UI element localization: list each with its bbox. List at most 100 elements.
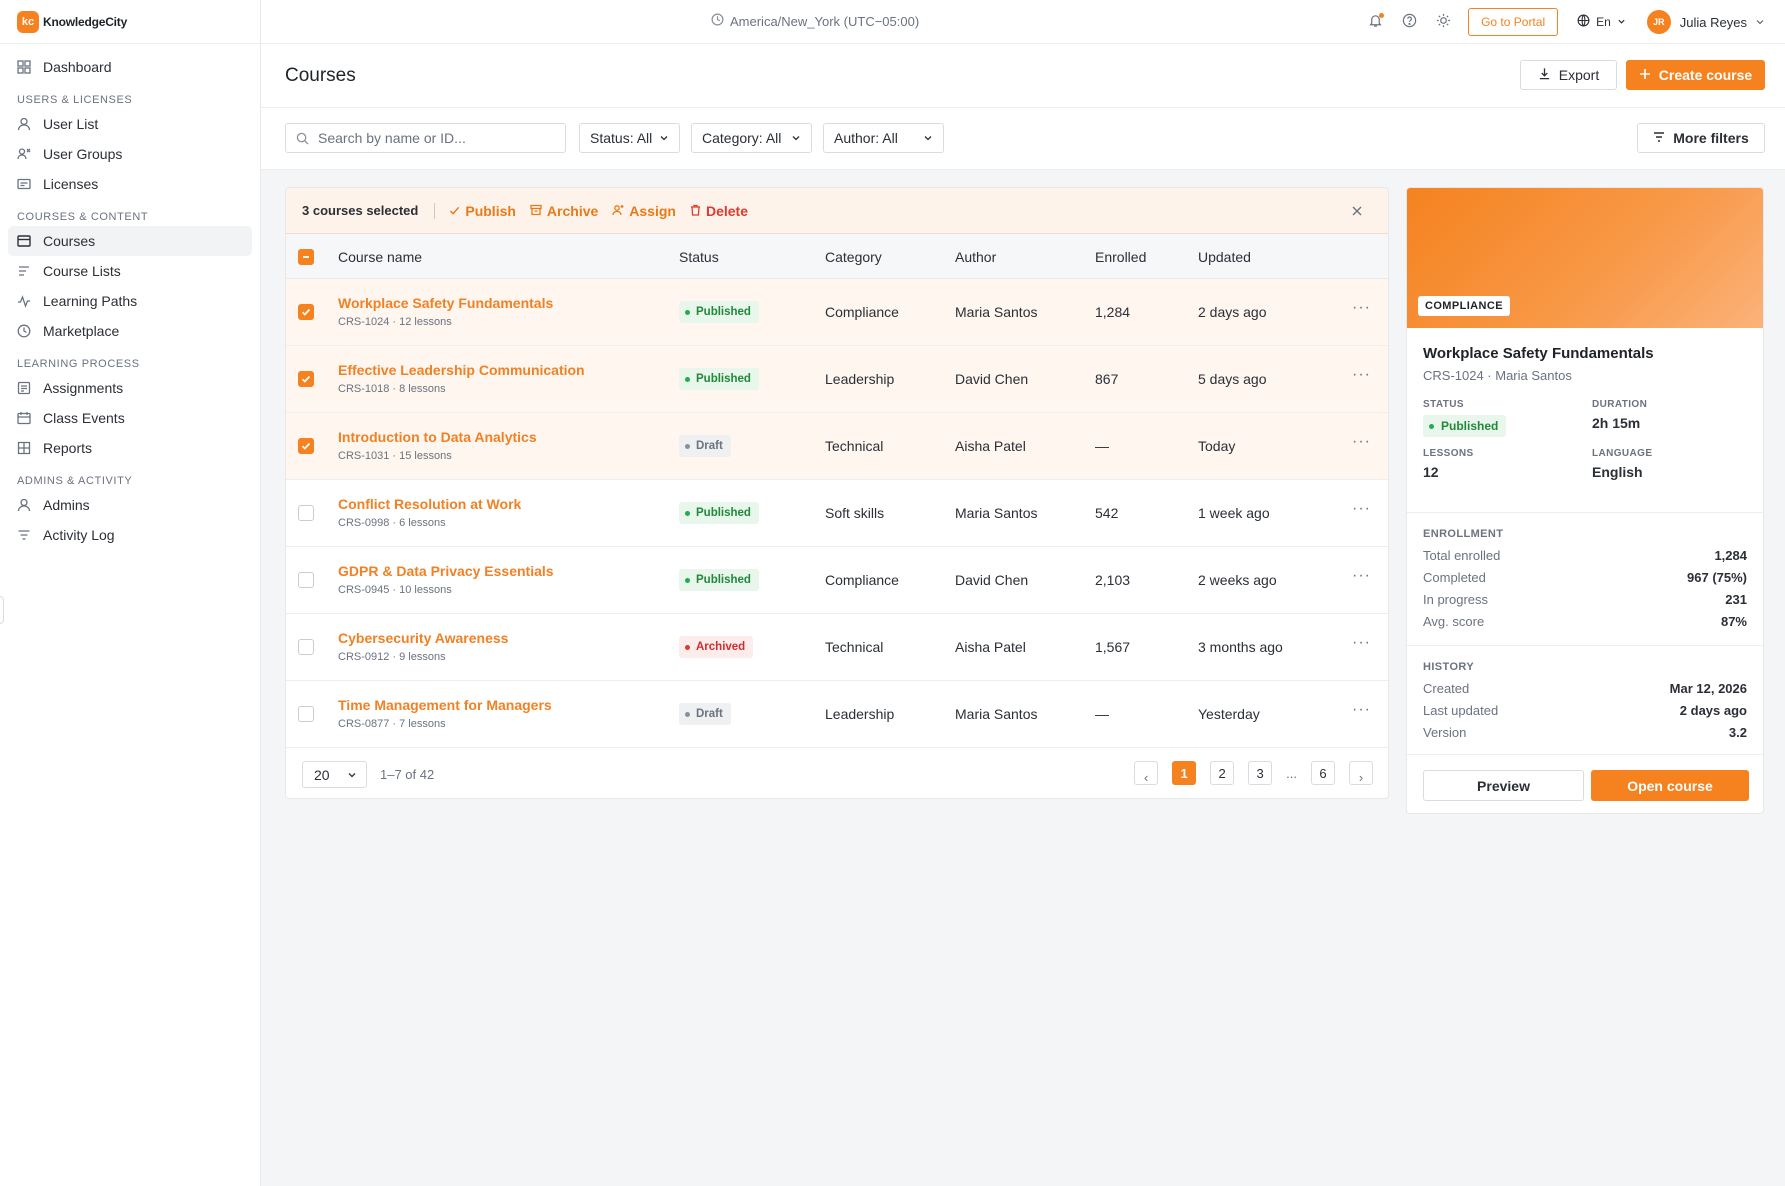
pagination: ‹ 1 2 3 ... 6 ›: [1120, 761, 1373, 785]
column-header-enrolled[interactable]: Enrolled: [1095, 249, 1146, 265]
course-name-link[interactable]: Conflict Resolution at Work: [338, 496, 521, 512]
status-badge: Published: [1423, 415, 1507, 437]
row-checkbox[interactable]: [298, 438, 314, 454]
divider: [1407, 645, 1763, 646]
sidebar-item-admins[interactable]: Admins: [8, 490, 252, 520]
create-course-button[interactable]: Create course: [1626, 60, 1765, 90]
more-actions-icon[interactable]: ···: [1352, 366, 1371, 384]
course-cover: COMPLIANCE: [1407, 188, 1763, 328]
bulk-archive-button[interactable]: Archive: [530, 203, 598, 219]
page-title: Courses: [285, 65, 356, 86]
trash-icon: [690, 203, 701, 219]
course-name-link[interactable]: Workplace Safety Fundamentals: [338, 295, 553, 311]
status-dot: [685, 443, 690, 449]
search-input[interactable]: [285, 123, 566, 153]
sidebar-collapse-handle[interactable]: [0, 596, 4, 624]
chevron-down-icon: [791, 130, 801, 146]
author-cell: Maria Santos: [955, 505, 1038, 521]
more-actions-icon[interactable]: ···: [1352, 500, 1371, 518]
page-button-1[interactable]: 1: [1172, 761, 1197, 785]
more-actions-icon[interactable]: ···: [1352, 567, 1371, 585]
course-name-link[interactable]: GDPR & Data Privacy Essentials: [338, 563, 554, 579]
page-button-2[interactable]: 2: [1210, 761, 1235, 785]
notifications-button[interactable]: [1366, 13, 1385, 31]
open-course-button[interactable]: Open course: [1591, 770, 1749, 801]
pagination-ellipsis: ...: [1286, 765, 1297, 781]
sidebar-item-courses[interactable]: Courses: [8, 226, 252, 256]
sidebar-item-assignments[interactable]: Assignments: [8, 373, 252, 403]
sidebar-item-activity-log[interactable]: Activity Log: [8, 520, 252, 550]
course-name-link[interactable]: Effective Leadership Communication: [338, 362, 585, 378]
export-label: Export: [1558, 67, 1600, 83]
course-meta: CRS-0912 · 9 lessons: [338, 651, 446, 663]
course-name-link[interactable]: Cybersecurity Awareness: [338, 630, 508, 646]
table-row[interactable]: GDPR & Data Privacy Essentials CRS-0945 ·…: [286, 547, 1388, 614]
sidebar-item-reports[interactable]: Reports: [8, 433, 252, 463]
page-button-last[interactable]: 6: [1311, 761, 1335, 785]
bulk-delete-button[interactable]: Delete: [690, 203, 748, 219]
course-name-link[interactable]: Time Management for Managers: [338, 697, 552, 713]
select-all-checkbox[interactable]: [298, 249, 314, 265]
close-icon[interactable]: [1352, 203, 1362, 219]
page-button-3[interactable]: 3: [1248, 761, 1273, 785]
sidebar-item-dashboard[interactable]: Dashboard: [8, 52, 252, 82]
course-name-link[interactable]: Introduction to Data Analytics: [338, 429, 537, 445]
stat-value: 231: [1725, 592, 1747, 607]
table-row[interactable]: Cybersecurity Awareness CRS-0912 · 9 less…: [286, 614, 1388, 681]
more-actions-icon[interactable]: ···: [1352, 634, 1371, 652]
column-header-author[interactable]: Author: [955, 249, 996, 265]
table-row[interactable]: Time Management for Managers CRS-0877 · 7…: [286, 681, 1388, 748]
sidebar-item-course-lists[interactable]: Course Lists: [8, 256, 252, 286]
help-button[interactable]: [1400, 13, 1418, 31]
sidebar-item-label: User Groups: [43, 146, 123, 162]
author-filter[interactable]: Author: All: [823, 123, 944, 153]
more-filters-button[interactable]: More filters: [1637, 123, 1765, 153]
next-page-button[interactable]: ›: [1349, 761, 1373, 785]
course-meta: CRS-1018 · 8 lessons: [338, 383, 446, 395]
logo[interactable]: kc KnowledgeCity: [0, 0, 260, 44]
column-header-status[interactable]: Status: [679, 249, 719, 265]
table-row[interactable]: Introduction to Data Analytics CRS-1031 ·…: [286, 413, 1388, 480]
page-size-select[interactable]: 20: [302, 761, 367, 788]
row-checkbox[interactable]: [298, 371, 314, 387]
prev-page-button[interactable]: ‹: [1134, 761, 1159, 785]
column-header-category[interactable]: Category: [825, 249, 882, 265]
sidebar-item-learning-paths[interactable]: Learning Paths: [8, 286, 252, 316]
bulk-assign-button[interactable]: Assign: [612, 203, 676, 219]
theme-toggle-button[interactable]: [1434, 13, 1452, 31]
table-row[interactable]: Workplace Safety Fundamentals CRS-1024 · …: [286, 279, 1388, 346]
export-button[interactable]: Export: [1520, 60, 1617, 90]
bulk-publish-button[interactable]: Publish: [449, 203, 516, 219]
preview-button[interactable]: Preview: [1423, 770, 1584, 801]
row-checkbox[interactable]: [298, 639, 314, 655]
category-filter[interactable]: Category: All: [691, 123, 812, 153]
row-checkbox[interactable]: [298, 304, 314, 320]
status-filter[interactable]: Status: All: [579, 123, 680, 153]
column-header-course-name[interactable]: Course name: [338, 249, 422, 265]
author-filter-label: Author: All: [834, 130, 898, 146]
sidebar-item-licenses[interactable]: Licenses: [8, 169, 252, 199]
chevron-down-icon: [659, 130, 669, 146]
language-selector[interactable]: En: [1574, 14, 1629, 30]
user-menu[interactable]: JR Julia Reyes: [1646, 10, 1765, 34]
go-to-portal-button[interactable]: Go to Portal: [1468, 8, 1559, 36]
detail-duration-value: 2h 15m: [1592, 415, 1641, 431]
more-actions-icon[interactable]: ···: [1352, 299, 1371, 317]
row-checkbox[interactable]: [298, 572, 314, 588]
sidebar-item-class-events[interactable]: Class Events: [8, 403, 252, 433]
row-checkbox[interactable]: [298, 505, 314, 521]
sidebar-item-user-groups[interactable]: User Groups: [8, 139, 252, 169]
table-row[interactable]: Effective Leadership Communication CRS-10…: [286, 346, 1388, 413]
stat-label: Completed: [1423, 570, 1486, 585]
bulk-publish-label: Publish: [465, 202, 516, 219]
stat-label: Total enrolled: [1423, 548, 1501, 563]
logo-text: KnowledgeCity: [43, 14, 128, 29]
sidebar-item-user-list[interactable]: User List: [8, 109, 252, 139]
more-actions-icon[interactable]: ···: [1352, 433, 1371, 451]
clock-icon: [17, 324, 31, 338]
sidebar-item-marketplace[interactable]: Marketplace: [8, 316, 252, 346]
more-actions-icon[interactable]: ···: [1352, 701, 1371, 719]
column-header-updated[interactable]: Updated: [1198, 249, 1251, 265]
table-row[interactable]: Conflict Resolution at Work CRS-0998 · 6 …: [286, 480, 1388, 547]
row-checkbox[interactable]: [298, 706, 314, 722]
